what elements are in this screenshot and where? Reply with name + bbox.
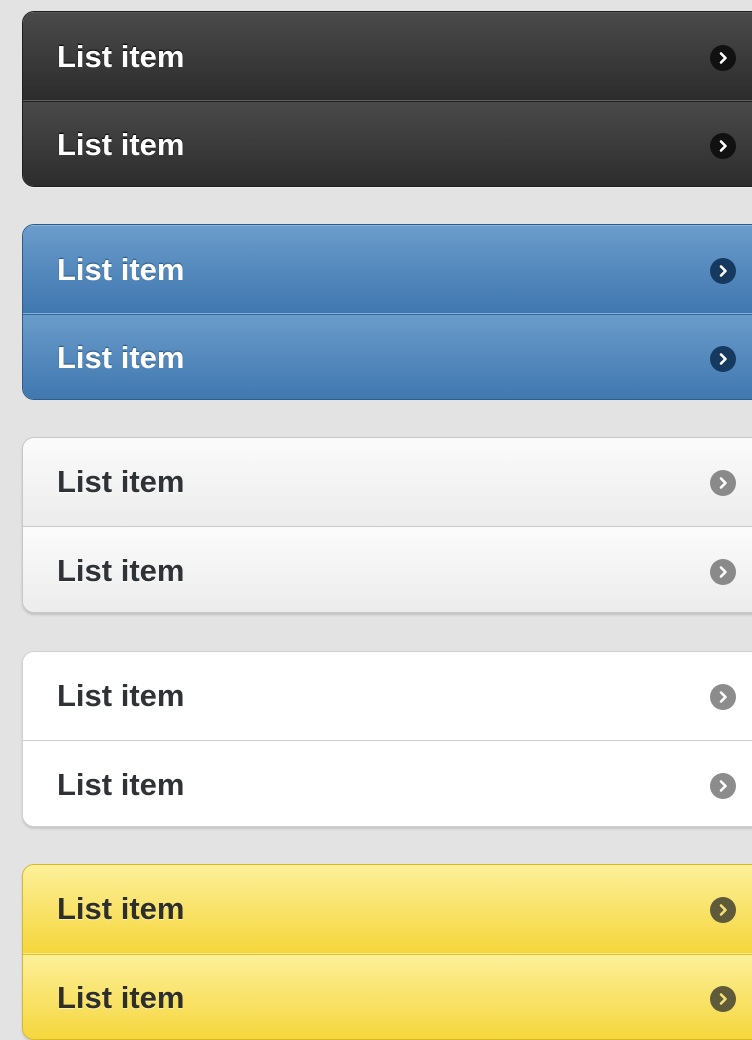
list-item-label: List item (57, 464, 185, 499)
list-item[interactable]: List item (23, 12, 752, 100)
list-item[interactable]: List item (23, 313, 752, 399)
list-item[interactable]: List item (23, 740, 752, 826)
chevron-right-icon (710, 986, 736, 1012)
chevron-right-icon (710, 133, 736, 159)
chevron-right-icon (710, 684, 736, 710)
chevron-right-icon (710, 45, 736, 71)
list-group-blue: List item List item (22, 224, 752, 400)
list-item-label: List item (57, 553, 185, 588)
list-item[interactable]: List item (23, 100, 752, 186)
list-item-label: List item (57, 340, 185, 375)
list-item[interactable]: List item (23, 865, 752, 953)
list-item-label: List item (57, 767, 185, 802)
chevron-right-icon (710, 470, 736, 496)
list-group-yellow: List item List item (22, 864, 752, 1040)
list-item-label: List item (57, 39, 185, 74)
list-item[interactable]: List item (23, 438, 752, 526)
list-group-white: List item List item (22, 651, 752, 827)
list-item-label: List item (57, 980, 185, 1015)
chevron-right-icon (710, 258, 736, 284)
chevron-right-icon (710, 346, 736, 372)
chevron-right-icon (710, 559, 736, 585)
list-item-label: List item (57, 127, 185, 162)
chevron-right-icon (710, 897, 736, 923)
list-item[interactable]: List item (23, 225, 752, 313)
list-group-light-gray: List item List item (22, 437, 752, 613)
chevron-right-icon (710, 773, 736, 799)
list-item-label: List item (57, 678, 185, 713)
list-item[interactable]: List item (23, 953, 752, 1039)
list-item-label: List item (57, 891, 185, 926)
list-item-label: List item (57, 252, 185, 287)
list-item[interactable]: List item (23, 526, 752, 612)
list-group-dark: List item List item (22, 11, 752, 187)
list-item[interactable]: List item (23, 652, 752, 740)
